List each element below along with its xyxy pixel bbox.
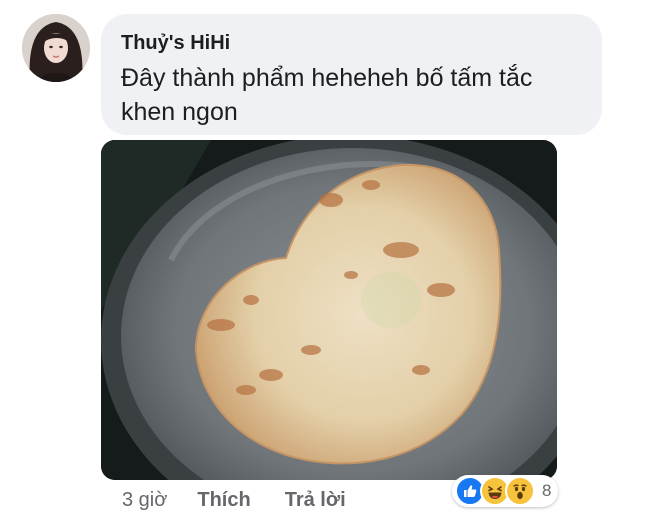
comment-timestamp[interactable]: 3 giờ — [122, 489, 167, 512]
comment-text: Đây thành phẩm heheheh bố tấm tắc khen n… — [121, 64, 533, 126]
avatar[interactable] — [22, 14, 90, 82]
comment-author[interactable]: Thuỷ's HiHi — [121, 31, 584, 55]
comment-photo[interactable] — [101, 140, 557, 480]
like-button[interactable]: Thích — [197, 489, 250, 512]
wow-icon — [505, 476, 535, 506]
reactions-summary[interactable]: 8 — [452, 475, 558, 507]
reply-button[interactable]: Trả lời — [285, 489, 346, 512]
comment-bubble: Thuỷ's HiHi Đây thành phẩm heheheh bố tấ… — [101, 14, 602, 135]
reaction-count: 8 — [542, 481, 552, 500]
comment-actions: 3 giờ Thích Trả lời — [122, 485, 346, 515]
